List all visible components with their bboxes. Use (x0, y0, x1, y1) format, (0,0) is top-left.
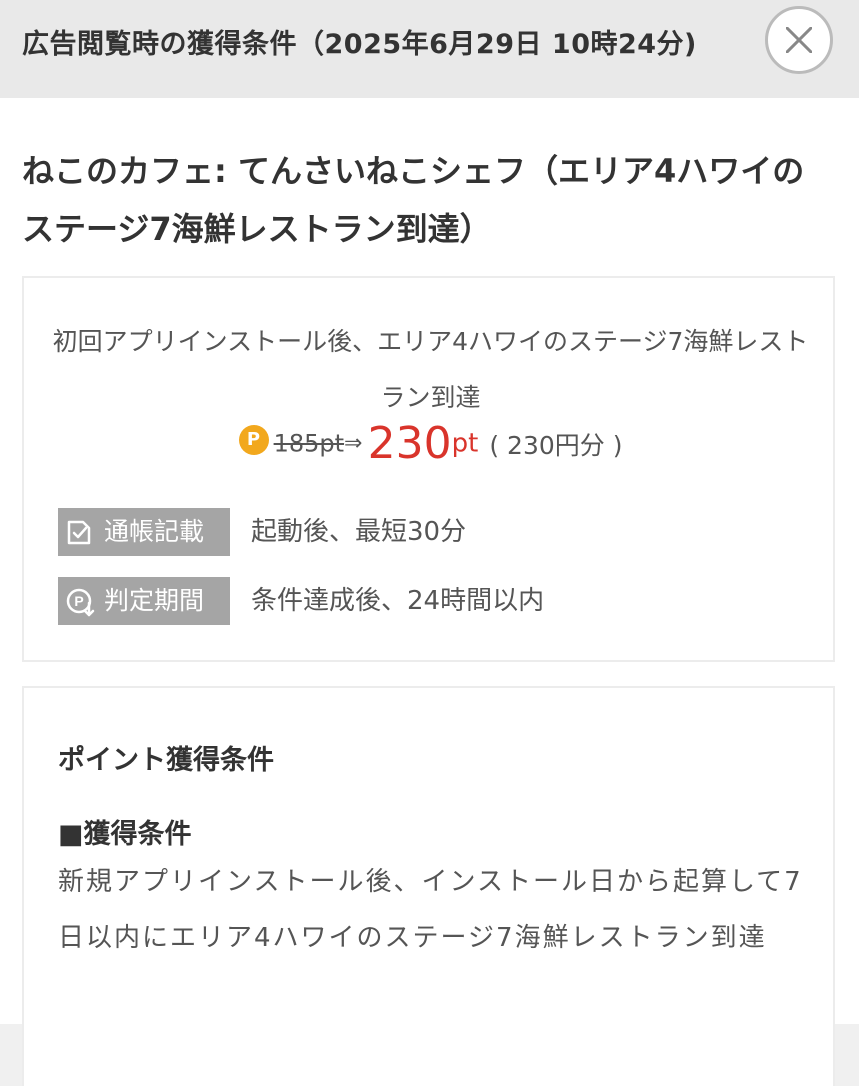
badge-bankbook: 通帳記載 (58, 508, 230, 556)
offer-description: 初回アプリインストール後、エリア4ハワイのステージ7海鮮レストラン到達 (52, 327, 809, 412)
checklist-icon (67, 520, 91, 545)
new-points: 230 (367, 418, 452, 469)
content-area: ねこのカフェ: てんさいねこシェフ（エリア4ハワイのステージ7海鮮レストラン到達… (0, 98, 859, 1086)
close-icon (786, 27, 812, 53)
badge-judgement: P 判定期間 (58, 577, 230, 625)
svg-text:P: P (74, 593, 83, 609)
new-points-unit: pt (451, 428, 479, 459)
point-download-icon: P (66, 588, 95, 617)
conditions-text: 新規アプリインストール後、インストール日から起算して7日以内にエリア4ハワイのス… (58, 867, 803, 953)
conditions-subtitle: ■獲得条件 (58, 819, 192, 850)
yen-value: ( 230円分 ) (489, 430, 623, 460)
info-text-bankbook: 起動後、最短30分 (251, 517, 467, 547)
old-points: 185pt (273, 429, 345, 458)
arrow-icon: ⇒ (344, 431, 363, 456)
points-line: P 185pt⇒ 230pt ( 230円分 ) (24, 418, 837, 478)
close-button[interactable] (765, 6, 833, 74)
header-title: 広告閲覧時の獲得条件（2025年6月29日 10時24分) (22, 29, 697, 60)
badge-label: 判定期間 (104, 586, 205, 615)
info-text-judgement: 条件達成後、24時間以内 (251, 586, 545, 616)
page-title: ねこのカフェ: てんさいねこシェフ（エリア4ハワイのステージ7海鮮レストラン到達… (22, 152, 805, 248)
badge-label: 通帳記載 (104, 517, 205, 546)
offer-card: 初回アプリインストール後、エリア4ハワイのステージ7海鮮レストラン到達 P 18… (22, 276, 835, 662)
conditions-section-title: ポイント獲得条件 (58, 745, 274, 776)
header-bar: 広告閲覧時の獲得条件（2025年6月29日 10時24分) (0, 0, 859, 98)
point-coin-icon: P (238, 424, 269, 455)
conditions-card: ポイント獲得条件 ■獲得条件 新規アプリインストール後、インストール日から起算し… (22, 686, 835, 1086)
